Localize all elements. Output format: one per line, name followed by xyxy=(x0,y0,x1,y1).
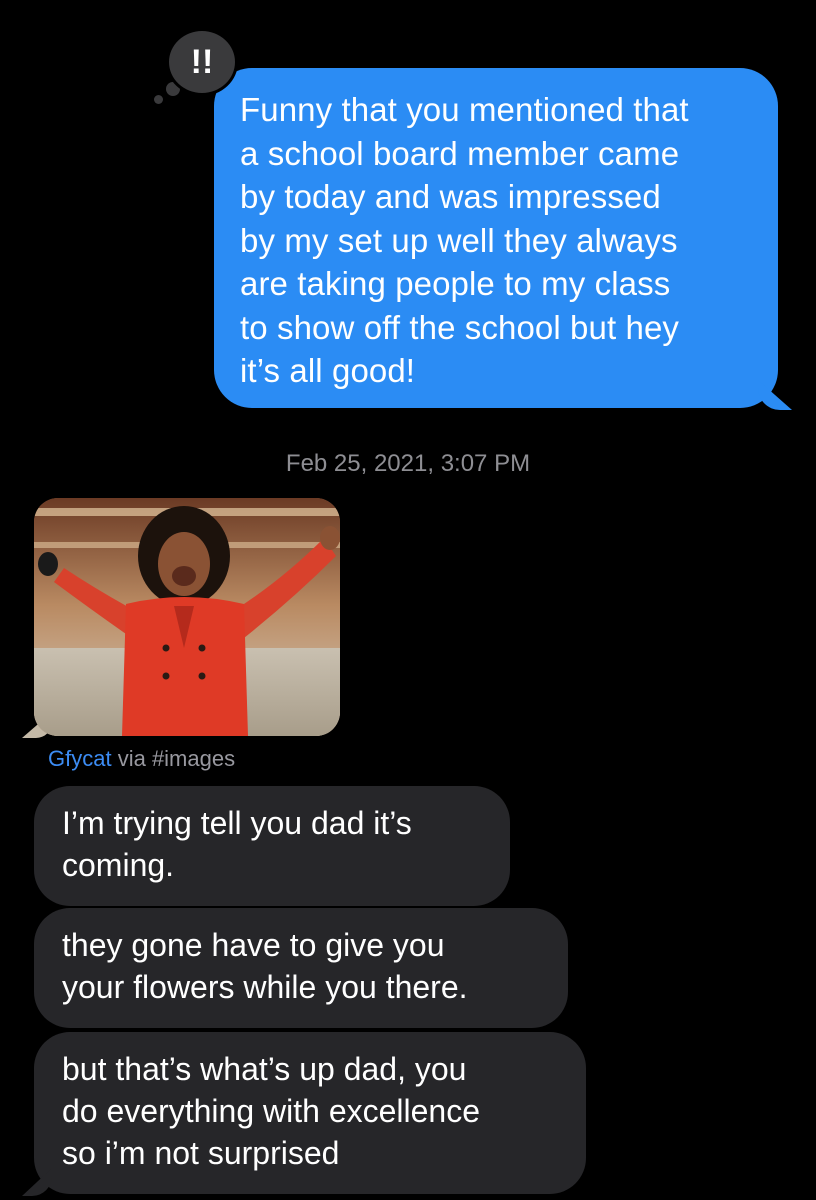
gif-image[interactable] xyxy=(34,498,340,736)
gif-via-text: via #images xyxy=(117,746,236,771)
gif-source-link[interactable]: Gfycat xyxy=(48,746,112,771)
message-timestamp: Feb 25, 2021, 3:07 PM xyxy=(285,450,531,477)
sent-message-bubble[interactable]: Funny that you mentioned that a school b… xyxy=(214,68,792,410)
reaction-symbol: !! xyxy=(190,42,214,81)
received-message-text: they gone have to give you your flowers … xyxy=(62,927,468,1005)
gif-attribution: Gfycat via #images xyxy=(48,746,235,772)
bubble-tail xyxy=(758,380,792,410)
received-message-text: I’m trying tell you dad it’s coming. xyxy=(62,805,412,883)
gif-illustration xyxy=(34,498,340,736)
received-message-bubble[interactable]: but that’s what’s up dad, you do everyth… xyxy=(22,1032,586,1196)
received-message-bubble[interactable]: I’m trying tell you dad it’s coming. xyxy=(34,786,510,906)
received-message-text: but that’s what’s up dad, you do everyth… xyxy=(62,1051,481,1171)
emphasis-reaction-icon[interactable]: !! xyxy=(166,28,238,96)
reaction-dot xyxy=(154,95,163,104)
received-message-bubble[interactable]: they gone have to give you your flowers … xyxy=(34,908,568,1028)
bubble-tail xyxy=(22,1168,52,1196)
sent-message-text: Funny that you mentioned that a school b… xyxy=(240,91,689,389)
